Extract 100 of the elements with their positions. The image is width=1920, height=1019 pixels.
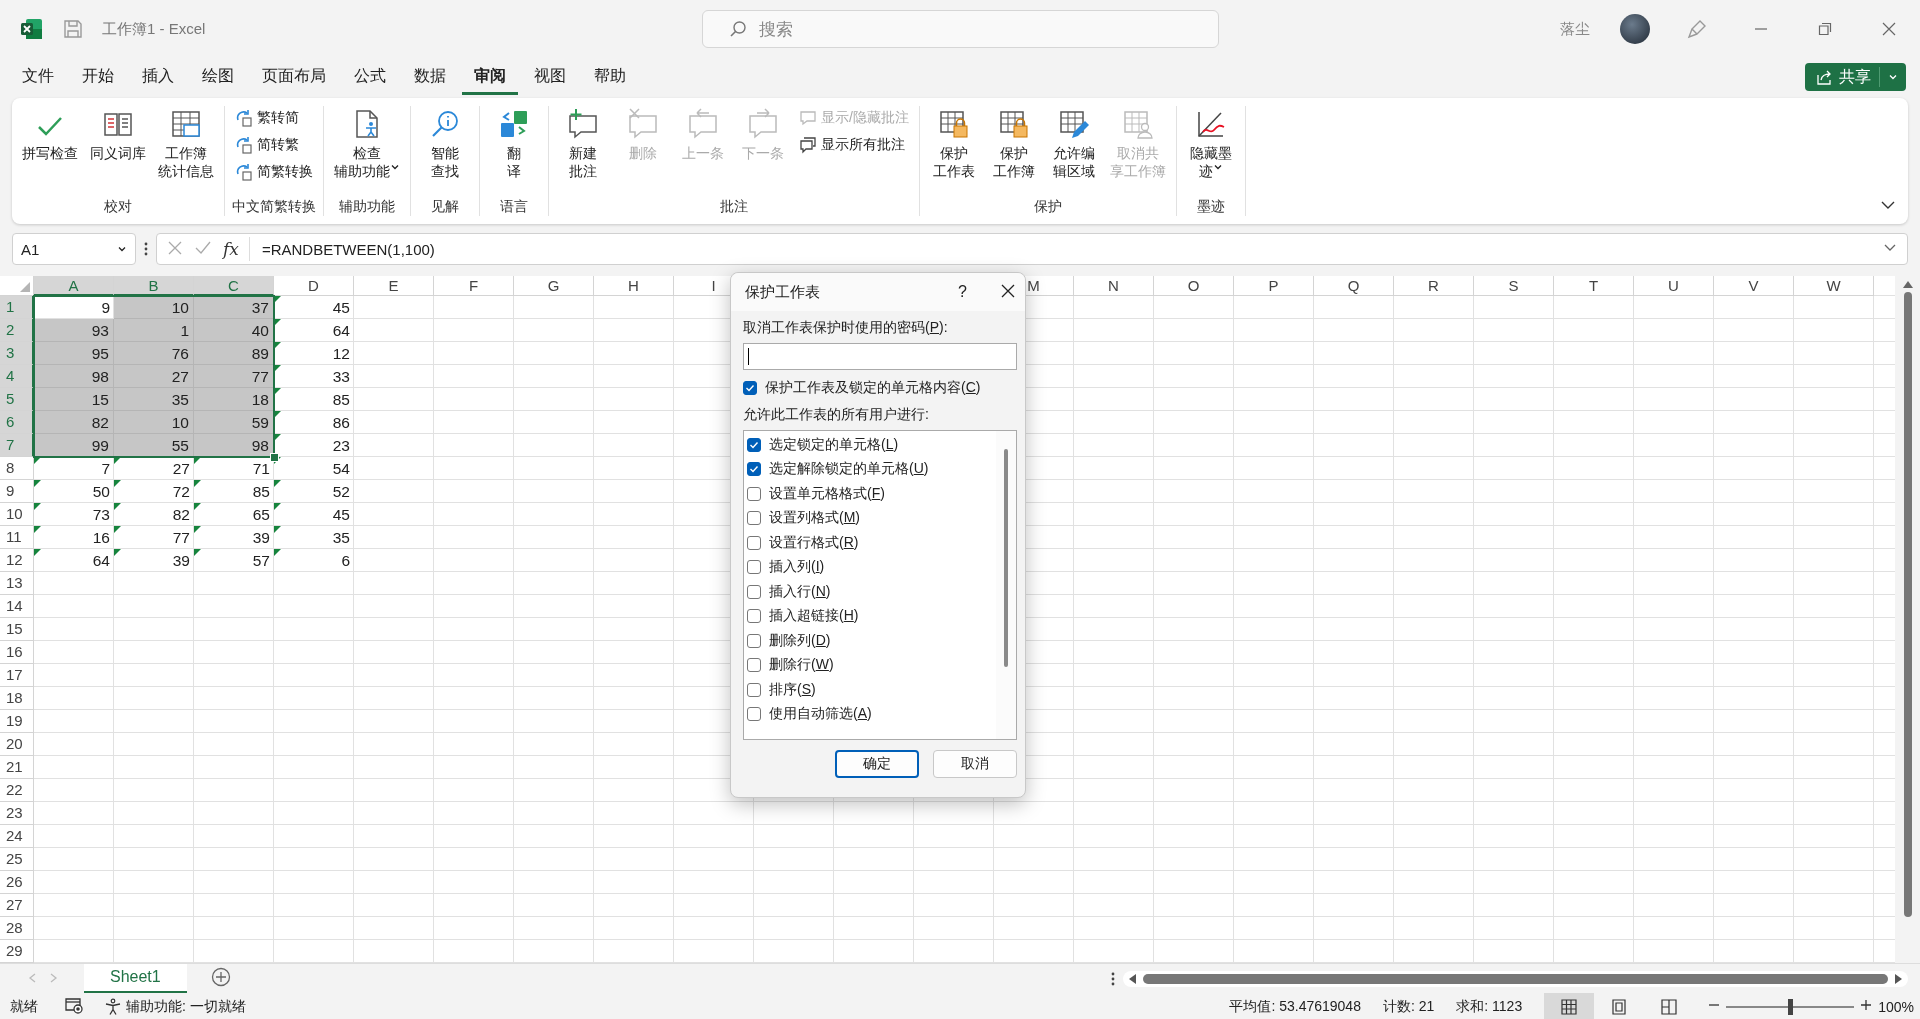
row-header[interactable]: 16 [0,641,34,664]
ribbon-button[interactable]: 工作簿 统计信息 [154,106,218,182]
ribbon-tab[interactable]: 数据 [402,59,458,95]
share-button[interactable]: 共享 [1805,63,1906,91]
row-header[interactable]: 27 [0,894,34,917]
row-header[interactable]: 26 [0,871,34,894]
row-header[interactable]: 13 [0,572,34,595]
fill-handle[interactable] [270,453,279,462]
row-header[interactable]: 21 [0,756,34,779]
ribbon-button[interactable]: 繁转简 [231,106,317,129]
ribbon-button[interactable]: 显示所有批注 [795,133,913,156]
checkbox[interactable] [747,560,761,575]
row-header[interactable]: 11 [0,526,34,549]
checkbox[interactable] [747,658,761,673]
ribbon-tab[interactable]: 开始 [70,59,126,95]
row-header[interactable]: 4 [0,365,34,388]
ribbon-button[interactable]: 简转繁 [231,133,317,156]
row-header[interactable]: 18 [0,687,34,710]
ribbon-tab[interactable]: 公式 [342,59,398,95]
row-header[interactable]: 6 [0,411,34,434]
view-button[interactable] [1544,993,1595,1019]
scrollbar-thumb[interactable] [1004,449,1008,667]
row-header[interactable]: 10 [0,503,34,526]
vertical-scrollbar[interactable] [1895,276,1920,963]
ribbon-tab[interactable]: 页面布局 [250,59,338,95]
checkbox[interactable] [747,682,761,697]
row-header[interactable]: 22 [0,779,34,802]
ribbon-button[interactable]: 简繁转换 [231,160,317,183]
scrollbar-thumb[interactable] [1142,973,1888,984]
checkbox[interactable] [747,609,761,624]
row-header[interactable]: 12 [0,549,34,572]
ribbon-button[interactable]: 新建 批注 [555,106,611,182]
ribbon-tab[interactable]: 帮助 [582,59,638,95]
column-header[interactable]: F [434,276,514,296]
password-field[interactable] [743,343,1017,370]
horizontal-scrollbar[interactable] [1122,970,1908,987]
scrollbar-thumb[interactable] [1903,292,1912,917]
insert-function-button[interactable]: fx [223,239,239,259]
ribbon-button[interactable]: 允许编 辑区域 [1045,106,1102,182]
column-header[interactable]: O [1154,276,1234,296]
ribbon-tab[interactable]: 绘图 [190,59,246,95]
row-header[interactable]: 20 [0,733,34,756]
avatar[interactable] [1620,14,1650,44]
row-header[interactable]: 9 [0,480,34,503]
column-header[interactable]: Q [1314,276,1394,296]
row-header[interactable]: 3 [0,342,34,365]
column-header[interactable]: D [274,276,354,296]
help-button[interactable]: ? [958,283,967,301]
zoom-level[interactable]: 100% [1878,998,1914,1015]
checkbox[interactable] [747,535,761,550]
ribbon-button[interactable]: 智能 查找 [417,106,473,182]
column-header[interactable]: N [1074,276,1154,296]
row-header[interactable]: 17 [0,664,34,687]
search-field[interactable]: 搜索 [701,10,1219,48]
row-header[interactable]: 24 [0,825,34,848]
column-header[interactable]: T [1554,276,1634,296]
checkbox[interactable] [747,486,761,501]
ribbon-button[interactable]: 隐藏墨 迹 [1182,106,1239,182]
checkbox[interactable] [743,381,757,395]
row-header[interactable]: 28 [0,917,34,940]
ribbon-button[interactable]: 检查 辅助功能 [330,106,404,182]
cancel-button[interactable]: 取消 [933,750,1017,778]
column-header[interactable]: W [1794,276,1874,296]
row-header[interactable]: 19 [0,710,34,733]
column-header[interactable]: E [354,276,434,296]
checkbox[interactable] [747,437,761,452]
ribbon-button[interactable]: 翻 译 [486,106,542,182]
ribbon-tab[interactable]: 视图 [522,59,578,95]
ribbon-tab[interactable]: 文件 [10,59,66,95]
row-header[interactable]: 25 [0,848,34,871]
ribbon-button[interactable]: 拼写检查 [18,106,82,164]
row-header[interactable]: 1 [0,296,34,319]
row-header[interactable]: 14 [0,595,34,618]
ribbon-tab[interactable]: 审阅 [462,59,518,95]
checkbox[interactable] [747,511,761,526]
column-header[interactable]: V [1714,276,1794,296]
accessibility-status[interactable]: 辅助功能: 一切就绪 [126,997,246,1016]
row-header[interactable]: 15 [0,618,34,641]
row-header[interactable]: 2 [0,319,34,342]
checkbox[interactable] [747,633,761,648]
row-header[interactable]: 8 [0,457,34,480]
column-header[interactable]: H [594,276,674,296]
checkbox[interactable] [747,584,761,599]
ribbon-button[interactable]: 保护 工作簿 [985,106,1042,182]
formula-field[interactable]: =RANDBETWEEN(1,100) [249,234,1883,264]
column-header[interactable]: R [1394,276,1474,296]
slider-thumb[interactable] [1788,998,1794,1015]
column-header[interactable]: A [34,276,114,296]
ribbon-tab[interactable]: 插入 [130,59,186,95]
column-header[interactable]: G [514,276,594,296]
column-header[interactable]: S [1474,276,1554,296]
checkbox[interactable] [747,707,761,722]
row-header[interactable]: 23 [0,802,34,825]
ok-button[interactable]: 确定 [835,750,919,778]
name-box[interactable]: A1 [12,233,136,265]
column-header[interactable]: B [114,276,194,296]
column-header[interactable]: P [1234,276,1314,296]
row-header[interactable]: 7 [0,434,34,457]
sheet-tab[interactable]: Sheet1 [84,963,187,993]
ribbon-button[interactable]: 保护 工作表 [925,106,982,182]
